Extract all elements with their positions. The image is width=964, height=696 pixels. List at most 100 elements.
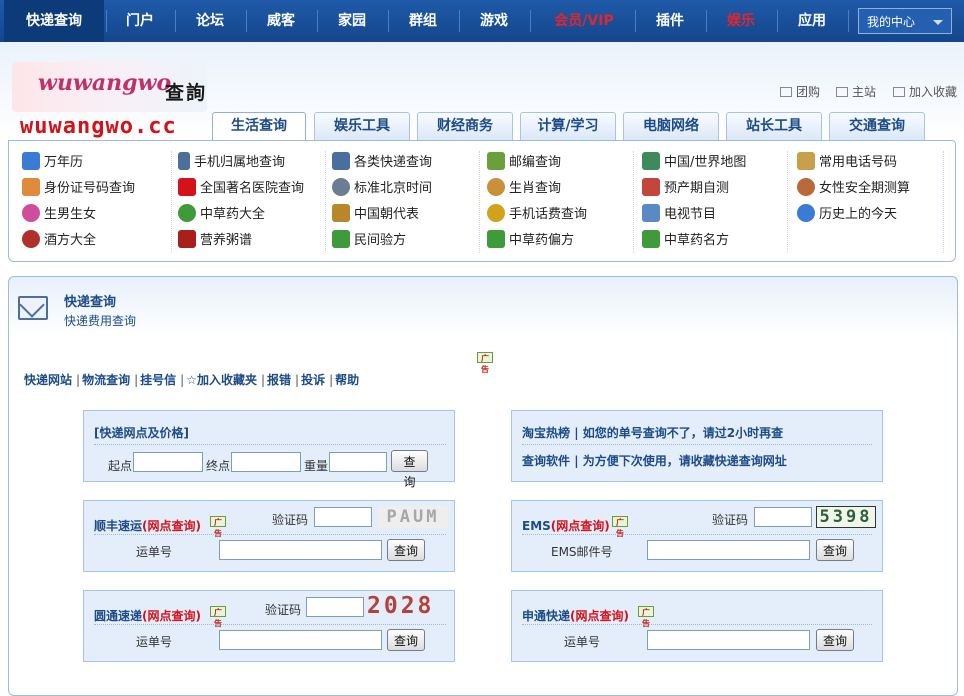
nav-divider [175,10,176,32]
nav-item-forum[interactable]: 论坛 [178,0,242,42]
tab-study[interactable]: 计算/学习 [520,112,616,140]
ems-query-button[interactable]: 查询 [816,539,854,561]
tab-finance[interactable]: 财经商务 [417,112,513,140]
category-link-herbs[interactable]: 中草药大全 [178,204,265,224]
category-link-mobile[interactable]: 手机归属地查询 [178,152,285,172]
category-link-tv[interactable]: 电视节目 [642,204,716,224]
sf-network-link[interactable]: (网点查询) [142,519,201,533]
category-link-map[interactable]: 中国/世界地图 [642,152,746,172]
category-link-due-date[interactable]: 预产期自测 [642,178,729,198]
category-link-postcode[interactable]: 邮编查询 [487,152,561,172]
sf-tracking-input[interactable] [219,540,382,560]
from-input[interactable] [133,452,203,472]
dotted-divider [94,624,446,625]
ad-icon[interactable]: 广告 [477,352,493,374]
category-link-express[interactable]: 各类快递查询 [332,152,432,172]
add-favorite-link[interactable]: 加入收藏 [893,83,957,100]
yto-tracking-input[interactable] [219,630,382,650]
ems-network-link[interactable]: (网点查询) [551,519,610,533]
group-buy-link[interactable]: 团购 [780,83,820,100]
category-link-history-today[interactable]: 历史上的今天 [797,204,897,224]
ems-captcha-input[interactable] [754,507,812,527]
category-link-phone-bill[interactable]: 手机话费查询 [487,204,587,224]
link-report-error[interactable]: 报错 [267,373,291,387]
ad-icon[interactable]: 广告 [210,606,226,628]
main-site-link[interactable]: 主站 [836,83,876,100]
nav-item-vip[interactable]: 会员/VIP [536,0,632,42]
female-icon [797,178,815,196]
sf-captcha-input[interactable] [314,507,372,527]
category-link-herb-prescription[interactable]: 中草药名方 [642,230,729,250]
category-link-herb-remedy[interactable]: 中草药偏方 [487,230,574,250]
ad-icon[interactable]: 广告 [612,516,628,538]
column-divider [325,151,327,253]
category-label: 生肖查询 [509,181,562,196]
category-link-hospital[interactable]: 全国著名医院查询 [178,178,304,198]
sf-captcha-image[interactable]: PAUM [378,506,448,528]
to-input[interactable] [231,452,301,472]
category-link-folk-remedy[interactable]: 民间验方 [332,230,406,250]
sto-tracking-input[interactable] [647,630,810,650]
query-software-link[interactable]: 查询软件 [522,454,570,468]
nav-item-apps[interactable]: 应用 [780,0,844,42]
category-link-safe-period[interactable]: 女性安全期测算 [797,178,910,198]
link-icon [836,87,848,97]
ad-icon[interactable]: 广告 [210,516,226,538]
nav-item-portal[interactable]: 门户 [108,0,172,42]
porridge-icon [178,230,196,248]
category-label: 预产期自测 [664,181,730,196]
yto-network-link[interactable]: (网点查询) [142,609,201,623]
sf-query-button[interactable]: 查询 [387,539,425,561]
tab-entertainment-tools[interactable]: 娱乐工具 [314,112,410,140]
link-add-favorites[interactable]: ☆加入收藏夹 [186,373,257,387]
network-query-button[interactable]: 查询 [391,450,428,489]
my-center-dropdown[interactable]: 我的中心 [858,8,952,34]
nav-item-witkey[interactable]: 威客 [249,0,313,42]
yto-captcha-input[interactable] [306,597,364,617]
category-link-id-card[interactable]: 身份证号码查询 [22,178,135,198]
nav-divider [246,10,247,32]
hospital-icon [178,178,196,196]
sto-name: 申通快递 [522,609,571,623]
nav-item-games[interactable]: 游戏 [462,0,526,42]
category-link-phone-numbers[interactable]: 常用电话号码 [797,152,897,172]
yto-captcha-image[interactable]: 2028 [367,592,447,620]
link-help[interactable]: 帮助 [335,373,359,387]
category-link-wine[interactable]: 酒方大全 [22,230,96,250]
clock-icon [332,178,350,196]
remedy-icon [332,230,350,248]
sto-field-label: 运单号 [564,635,601,649]
sf-field-label: 运单号 [136,545,173,559]
tab-life[interactable]: 生活查询 [212,112,306,141]
map-icon [642,152,660,170]
category-link-gender[interactable]: 生男生女 [22,204,96,224]
ems-captcha-image[interactable]: 5398 [816,506,876,528]
category-link-calendar[interactable]: 万年历 [22,152,83,172]
category-link-porridge[interactable]: 营养粥谱 [178,230,252,250]
category-link-zodiac[interactable]: 生肖查询 [487,178,561,198]
tab-webmaster[interactable]: 站长工具 [726,112,822,140]
nav-divider [317,10,318,32]
sto-network-link[interactable]: (网点查询) [570,609,629,623]
postcode-icon [487,152,505,170]
nav-item-groups[interactable]: 群组 [391,0,455,42]
ad-icon[interactable]: 广告 [638,606,654,628]
nav-item-express[interactable]: 快递查询 [4,0,104,42]
taobao-hot-link[interactable]: 淘宝热榜 [522,426,570,440]
tab-computer[interactable]: 电脑网络 [623,112,719,140]
dotted-divider [522,534,872,535]
link-registered-mail[interactable]: 挂号信 [140,373,176,387]
category-link-beijing-time[interactable]: 标准北京时间 [332,178,432,198]
weight-input[interactable] [329,452,387,472]
ems-tracking-input[interactable] [647,540,810,560]
link-complaint[interactable]: 投诉 [301,373,325,387]
yto-query-button[interactable]: 查询 [387,629,425,651]
tab-traffic[interactable]: 交通查询 [829,112,925,140]
link-express-sites[interactable]: 快递网站 [24,373,72,387]
nav-item-home[interactable]: 家园 [320,0,384,42]
category-link-dynasty[interactable]: 中国朝代表 [332,204,419,224]
nav-item-entertainment[interactable]: 娱乐 [709,0,773,42]
sto-query-button[interactable]: 查询 [816,629,854,651]
link-logistics[interactable]: 物流查询 [82,373,130,387]
nav-item-plugins[interactable]: 插件 [638,0,702,42]
